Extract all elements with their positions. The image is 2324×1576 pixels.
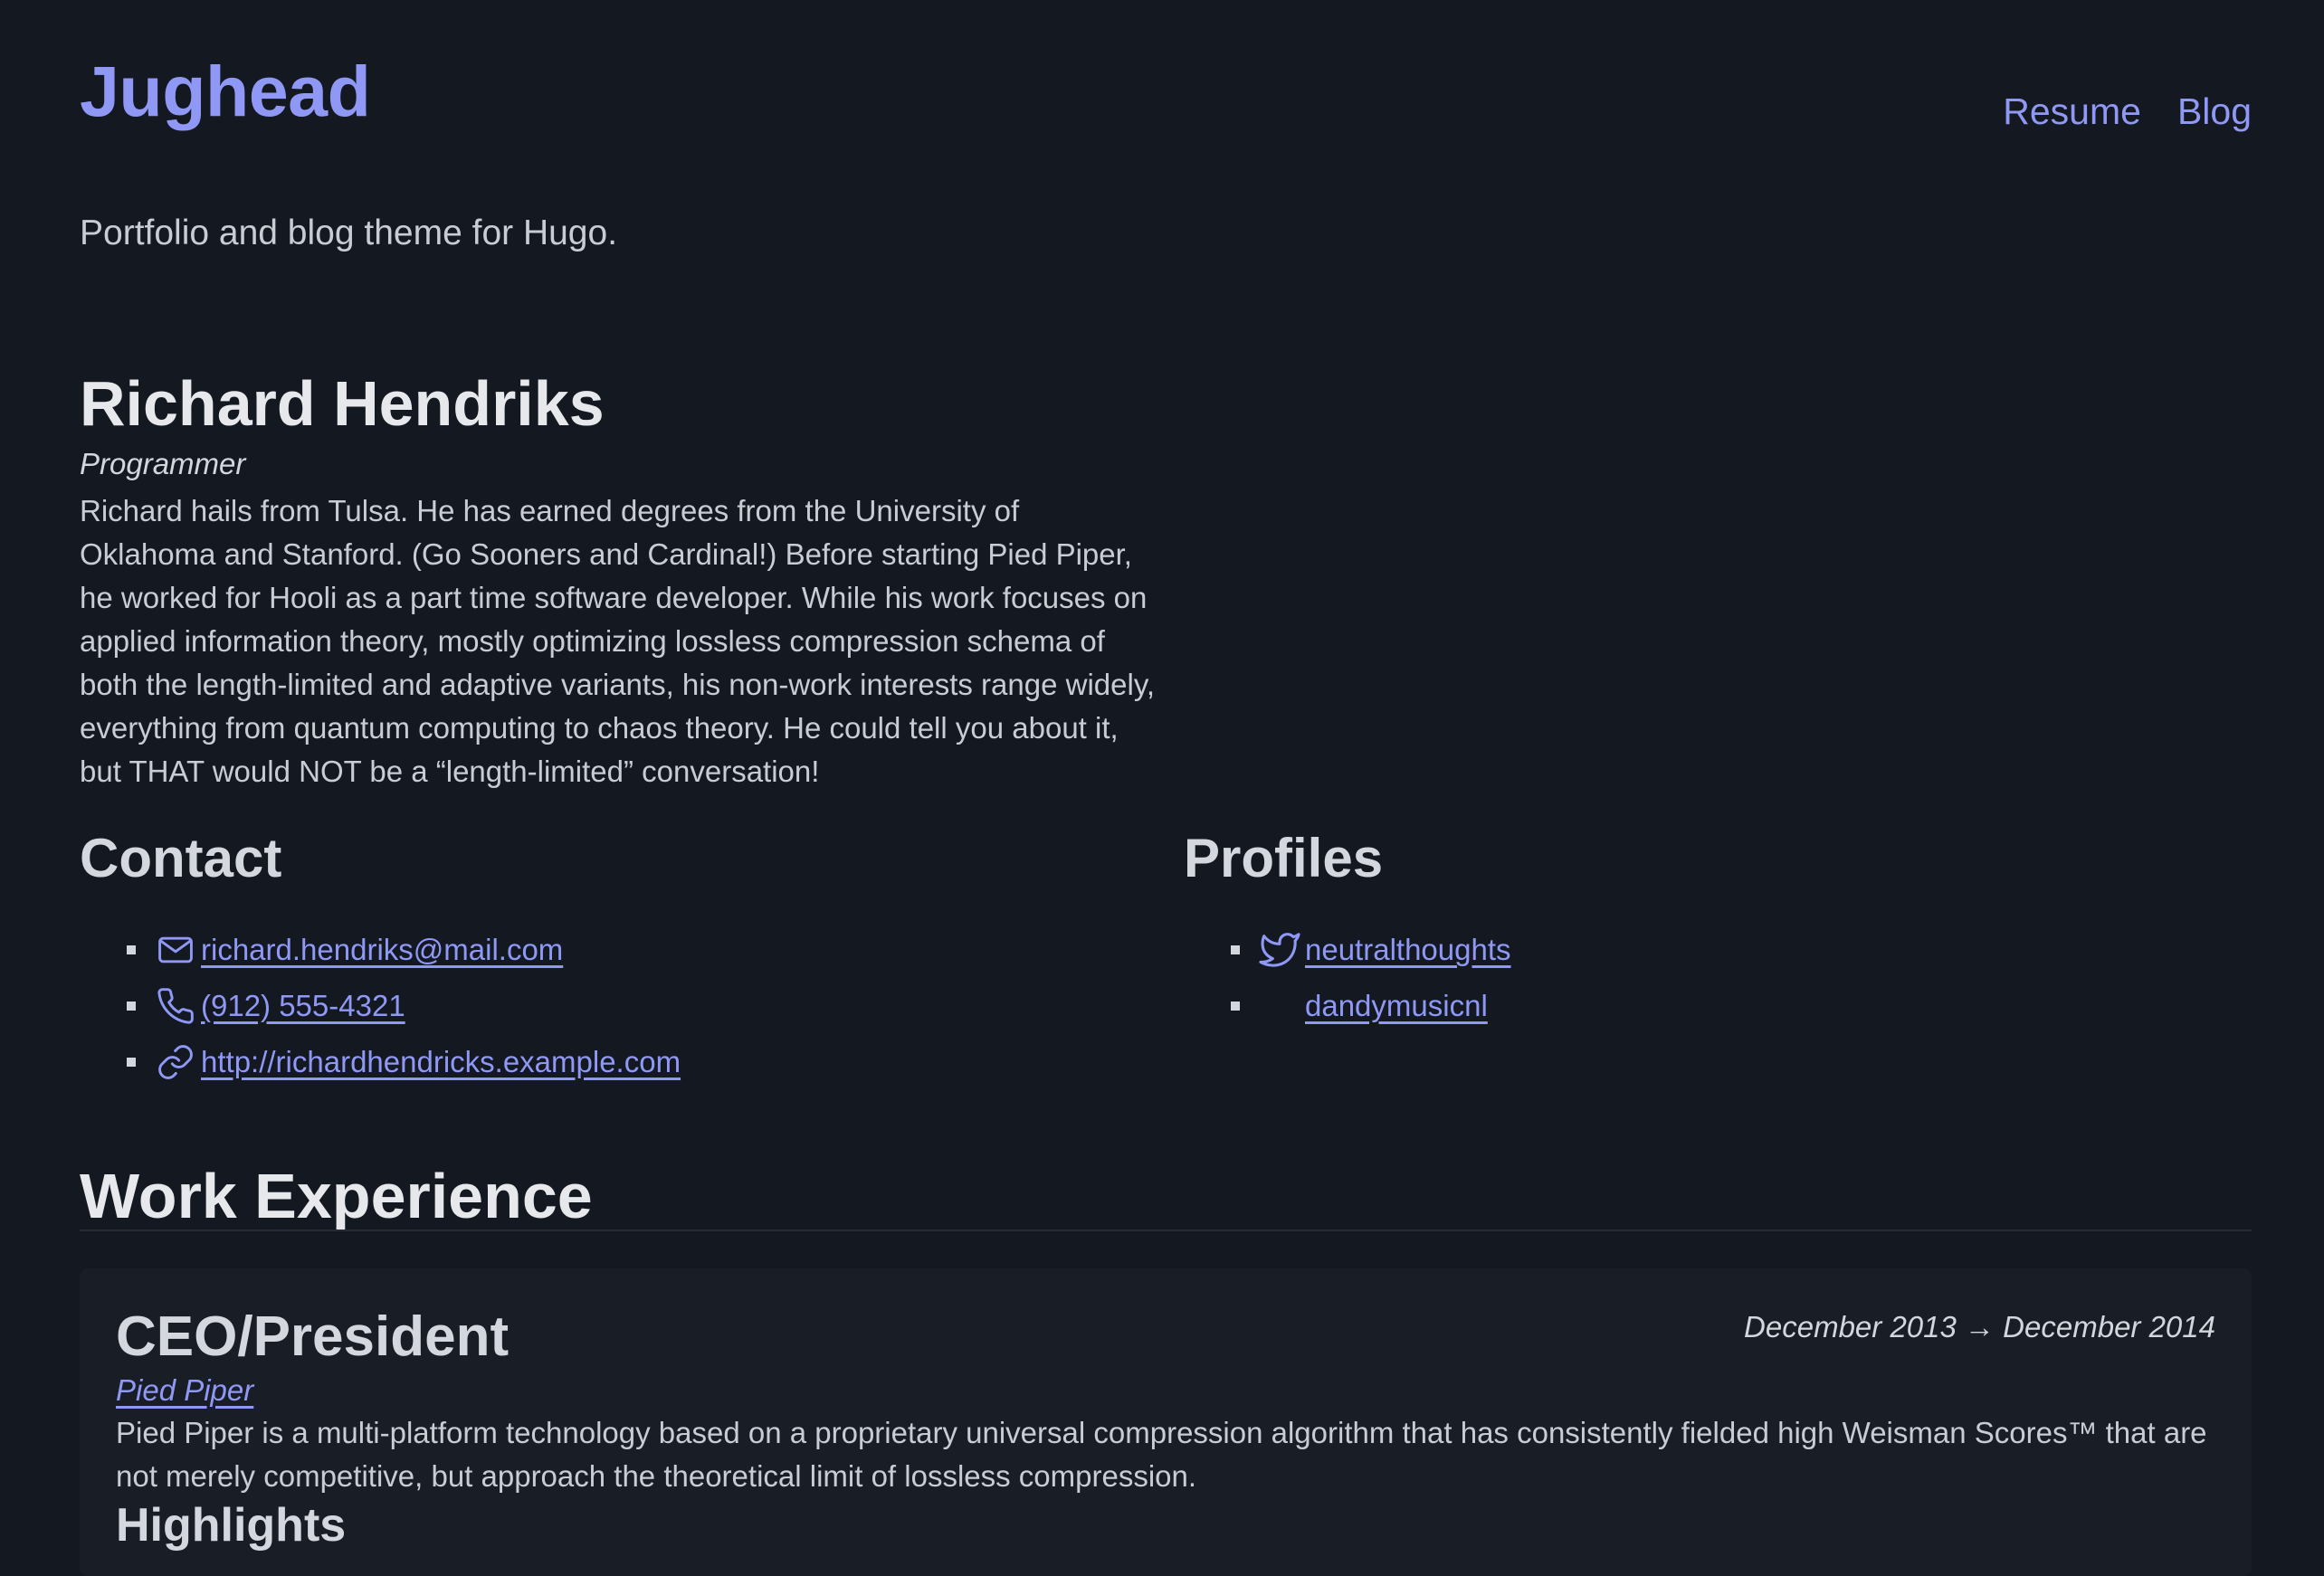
person-role: Programmer [80, 447, 246, 480]
mail-icon [154, 928, 197, 972]
highlights-heading: Highlights [116, 1499, 347, 1552]
twitter-profile-link[interactable]: neutralthoughts [1305, 933, 1511, 967]
job-title: CEO/President [116, 1305, 510, 1368]
contact-item-website: http://richardhendricks.example.com [127, 1034, 681, 1090]
nav-blog-link[interactable]: Blog [2177, 90, 2252, 133]
phone-link[interactable]: (912) 555-4321 [201, 989, 405, 1023]
main-nav: Resume Blog [2003, 90, 2252, 133]
list-bullet [127, 1058, 136, 1067]
phone-icon [154, 984, 197, 1028]
job-dates: December 2013 → December 2014 [1744, 1310, 2215, 1343]
contact-item-email: richard.hendriks@mail.com [127, 922, 681, 978]
music-profile-link[interactable]: dandymusicnl [1305, 989, 1488, 1023]
contact-item-phone: (912) 555-4321 [127, 978, 681, 1034]
profiles-heading: Profiles [1184, 828, 1384, 888]
company-link[interactable]: Pied Piper [116, 1373, 253, 1407]
person-name: Richard Hendriks [80, 368, 605, 439]
profile-icon-placeholder [1258, 984, 1301, 1028]
job-company: Pied Piper [116, 1373, 253, 1408]
job-summary: Pied Piper is a multi-platform technolog… [116, 1416, 2207, 1493]
link-icon [154, 1040, 197, 1084]
list-bullet [1231, 1002, 1240, 1011]
person-bio: Richard hails from Tulsa. He has earned … [80, 494, 1156, 788]
nav-resume-link[interactable]: Resume [2003, 90, 2141, 133]
profiles-list: neutralthoughts dandymusicnl [1231, 922, 1511, 1034]
email-link[interactable]: richard.hendriks@mail.com [201, 933, 563, 967]
section-divider [80, 1229, 2252, 1231]
profile-item-twitter: neutralthoughts [1231, 922, 1511, 978]
contact-list: richard.hendriks@mail.com (912) 555-4321… [127, 922, 681, 1090]
list-bullet [127, 1002, 136, 1011]
twitter-icon [1258, 928, 1301, 972]
site-title[interactable]: Jughead [80, 52, 371, 131]
work-experience-heading: Work Experience [80, 1161, 593, 1231]
website-link[interactable]: http://richardhendricks.example.com [201, 1045, 681, 1079]
profile-item-music: dandymusicnl [1231, 978, 1511, 1034]
contact-heading: Contact [80, 828, 282, 888]
list-bullet [127, 945, 136, 954]
site-tagline: Portfolio and blog theme for Hugo. [80, 214, 618, 252]
list-bullet [1231, 945, 1240, 954]
